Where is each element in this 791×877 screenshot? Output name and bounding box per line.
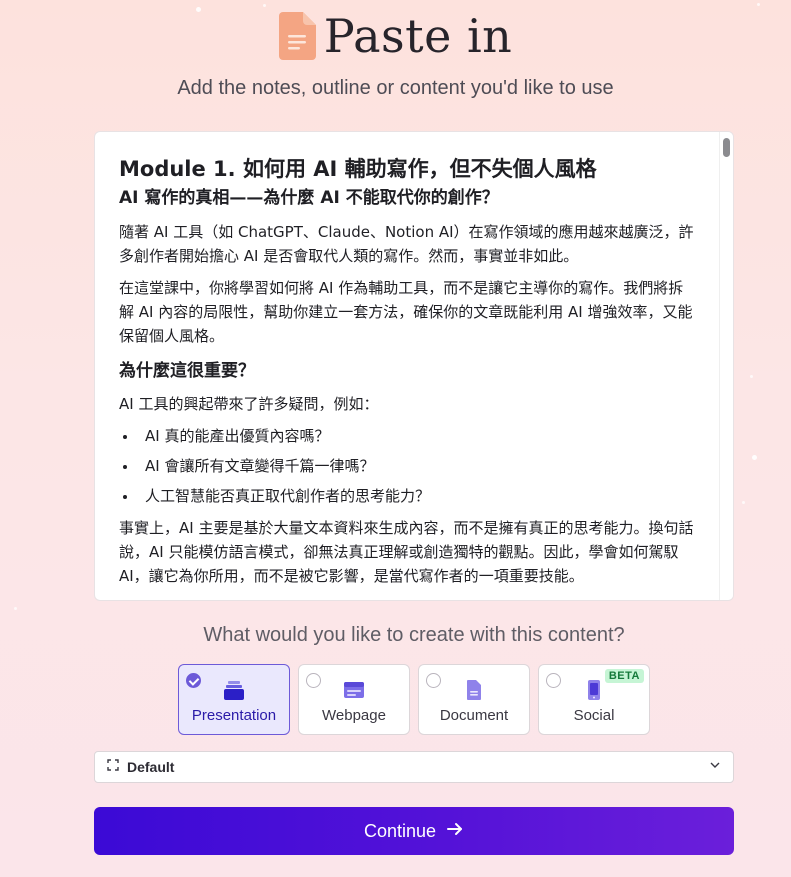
list-item: AI 真的能產出優質內容嗎？: [119, 424, 697, 448]
option-webpage[interactable]: Webpage: [298, 664, 410, 735]
editor-paragraph: 在這堂課中，你將學習如何將 AI 作為輔助工具，而不是讓它主導你的寫作。我們將拆…: [119, 279, 693, 345]
editor-heading-3: 為什麼這很重要？: [119, 361, 255, 381]
continue-label: Continue: [363, 820, 437, 841]
editor-paragraph: 隨著 AI 工具（如 ChatGPT、Claude、Notion AI）在寫作領…: [119, 223, 694, 265]
editor-heading-2: AI 寫作的真相——為什麼 AI 不能取代你的創作？: [119, 188, 499, 208]
sparkle-decoration: [14, 607, 17, 610]
content-editor[interactable]: Module 1. 如何用 AI 輔助寫作，但不失個人風格 AI 寫作的真相——…: [94, 131, 734, 601]
page-header: Paste in: [0, 8, 791, 64]
document-icon: [278, 12, 316, 60]
option-label: Presentation: [191, 707, 277, 724]
document-icon: [463, 679, 485, 701]
page-title: Paste in: [323, 9, 513, 63]
sparkle-decoration: [750, 375, 753, 378]
theme-dropdown[interactable]: Default: [94, 751, 734, 783]
radio-checked-icon[interactable]: [186, 673, 201, 688]
page-subtitle: Add the notes, outline or content you'd …: [177, 77, 614, 99]
editor-paragraph: 事實上，AI 主要是基於大量文本資料來生成內容，而不是擁有真正的思考能力。換句話…: [119, 519, 694, 585]
create-question: What would you like to create with this …: [203, 624, 625, 646]
list-item: 人工智慧能否真正取代創作者的思考能力？: [119, 484, 697, 508]
editor-scrollbar[interactable]: [719, 132, 733, 600]
sparkle-decoration: [757, 3, 760, 6]
chevron-down-icon: [709, 758, 721, 776]
arrow-right-icon: [446, 821, 464, 842]
sparkle-decoration: [742, 501, 745, 504]
radio-icon[interactable]: [426, 673, 441, 688]
option-social[interactable]: BETA Social: [538, 664, 650, 735]
phone-icon: [583, 679, 605, 701]
option-label: Social: [573, 707, 615, 724]
expand-frame-icon: [107, 758, 119, 776]
list-item: AI 會讓所有文章變得千篇一律嗎？: [119, 454, 697, 478]
beta-badge: BETA: [604, 669, 644, 683]
option-document[interactable]: Document: [418, 664, 530, 735]
scrollbar-thumb[interactable]: [723, 138, 730, 157]
sparkle-decoration: [263, 4, 266, 7]
option-label: Webpage: [322, 707, 386, 724]
radio-icon[interactable]: [546, 673, 561, 688]
theme-dropdown-label: Default: [127, 759, 175, 775]
radio-icon[interactable]: [306, 673, 321, 688]
editor-paragraph: AI 工具的興起帶來了許多疑問，例如：: [119, 395, 379, 413]
option-label: Document: [439, 707, 509, 724]
editor-heading-1: Module 1. 如何用 AI 輔助寫作，但不失個人風格: [119, 157, 597, 181]
editor-bullet-list: AI 真的能產出優質內容嗎？ AI 會讓所有文章變得千篇一律嗎？ 人工智慧能否真…: [119, 424, 697, 508]
presentation-stack-icon: [223, 679, 245, 701]
option-presentation[interactable]: Presentation: [178, 664, 290, 735]
sparkle-decoration: [752, 455, 757, 460]
create-type-options: Presentation Webpage Document BETA Socia…: [178, 664, 650, 735]
browser-window-icon: [343, 679, 365, 701]
continue-button[interactable]: Continue: [94, 807, 734, 855]
